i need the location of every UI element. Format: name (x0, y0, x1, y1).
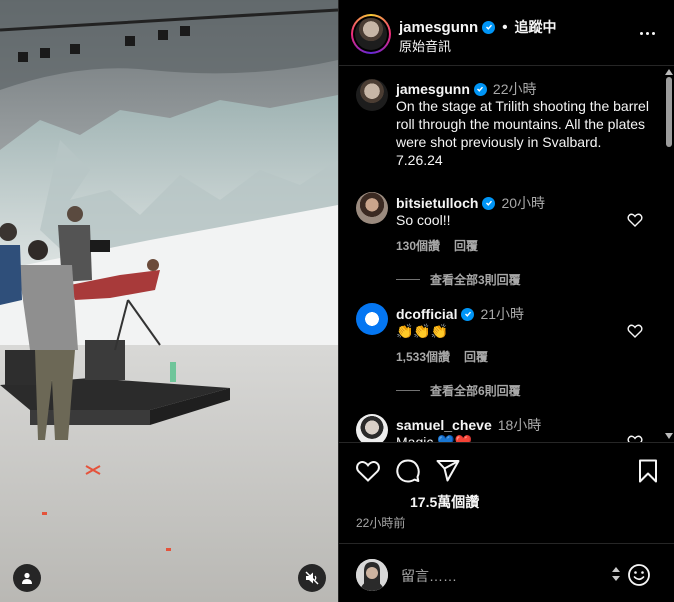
view-replies-button[interactable]: 查看全部6則回覆 (396, 382, 521, 399)
author-avatar[interactable] (351, 14, 391, 54)
more-options-icon[interactable] (637, 25, 657, 41)
reply-button[interactable]: 回覆 (454, 237, 478, 254)
comment-text: So cool!! (396, 212, 451, 228)
replies-divider (396, 279, 420, 280)
comment-header: dcofficial 21小時 (396, 304, 524, 324)
comment-time[interactable]: 20小時 (501, 193, 545, 213)
author-username[interactable]: jamesgunn (399, 19, 478, 36)
emoji-icon[interactable] (627, 563, 651, 587)
comment-username[interactable]: samuel_cheve (396, 417, 492, 433)
verified-badge-icon (482, 20, 496, 34)
comment-username[interactable]: dcofficial (396, 306, 457, 322)
comment-avatar[interactable] (356, 192, 388, 224)
separator-dot: • (502, 18, 508, 36)
heart-icon[interactable] (355, 458, 381, 484)
verified-badge-icon (473, 82, 487, 96)
reply-button[interactable]: 回覆 (464, 348, 488, 365)
view-replies-button[interactable]: 查看全部3則回覆 (396, 271, 521, 288)
comment-text: 👏👏👏 (396, 323, 449, 339)
post-panel: jamesgunn • 追蹤中 原始音訊 jamesgunn 22小時 On t… (338, 0, 674, 602)
following-button[interactable]: 追蹤中 (514, 17, 556, 37)
caption-author-avatar[interactable] (356, 79, 388, 111)
comment-text: Magic 💙❤️ (396, 434, 473, 443)
caption-username[interactable]: jamesgunn (396, 81, 470, 97)
share-icon[interactable] (435, 458, 461, 484)
current-user-avatar (356, 559, 388, 591)
original-audio-link[interactable]: 原始音訊 (399, 36, 451, 55)
comment-like-icon[interactable] (627, 434, 643, 443)
comment-meta: 1,533個讚 回覆 (396, 348, 488, 365)
scroll-up-arrow-icon[interactable] (665, 69, 673, 75)
comment-like-icon[interactable] (627, 323, 643, 339)
comments-list[interactable]: jamesgunn 22小時 On the stage at Trilith s… (339, 67, 674, 443)
comment-time[interactable]: 18小時 (498, 415, 542, 435)
comment-avatar[interactable] (356, 414, 388, 442)
comment-input[interactable]: 留言…… (401, 566, 457, 586)
comment-composer: 留言…… (339, 543, 674, 602)
comment-time[interactable]: 21小時 (480, 304, 524, 324)
comment-avatar[interactable] (356, 303, 388, 335)
scroll-down-arrow-icon[interactable] (665, 433, 673, 439)
view-replies-label: 查看全部6則回覆 (430, 384, 521, 398)
video-frame (0, 0, 338, 602)
spinner-arrows-icon[interactable] (611, 565, 621, 583)
bookmark-icon[interactable] (635, 458, 661, 484)
tagged-users-button[interactable] (13, 564, 41, 592)
caption-header: jamesgunn 22小時 (396, 79, 536, 99)
comment-username[interactable]: bitsietulloch (396, 195, 478, 211)
caption-time[interactable]: 22小時 (493, 79, 537, 99)
comment-meta: 130個讚 回覆 (396, 237, 478, 254)
comments-scrollbar[interactable] (663, 67, 674, 442)
comment-likes[interactable]: 1,533個讚 (396, 348, 450, 365)
mute-button[interactable] (298, 564, 326, 592)
user-icon (22, 572, 32, 584)
replies-divider (396, 390, 420, 391)
comment-header: bitsietulloch 20小時 (396, 193, 545, 213)
post-header: jamesgunn • 追蹤中 原始音訊 (339, 0, 674, 66)
post-media[interactable] (0, 0, 338, 602)
scroll-thumb[interactable] (666, 77, 672, 147)
like-count[interactable]: 17.5萬個讚 (410, 492, 479, 512)
comment-like-icon[interactable] (627, 212, 643, 228)
post-timestamp[interactable]: 22小時前 (356, 514, 405, 531)
comment-likes[interactable]: 130個讚 (396, 237, 440, 254)
speaker-muted-icon (305, 571, 319, 585)
comment-icon[interactable] (395, 458, 421, 484)
verified-badge-icon (482, 196, 496, 210)
verified-badge-icon (461, 307, 475, 321)
comment-header: samuel_cheve 18小時 (396, 415, 541, 435)
caption-text: On the stage at Trilith shooting the bar… (396, 98, 649, 168)
view-replies-label: 查看全部3則回覆 (430, 273, 521, 287)
